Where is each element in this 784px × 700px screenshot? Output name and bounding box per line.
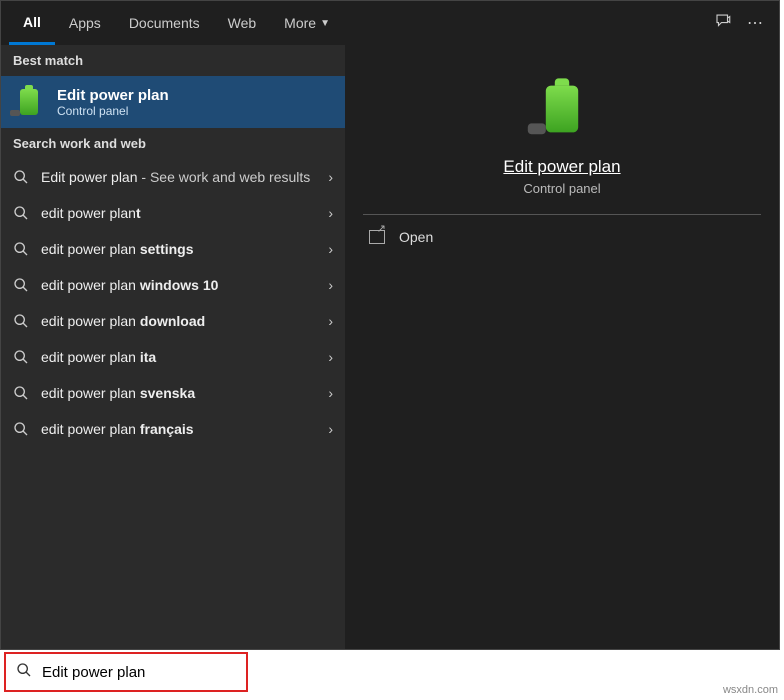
result-row[interactable]: edit power plan windows 10 ›	[1, 267, 345, 303]
search-icon	[13, 277, 29, 293]
result-label: edit power plant	[41, 205, 316, 221]
results-list: Best match Edit power plan Control panel…	[1, 45, 345, 649]
result-row[interactable]: edit power plant ›	[1, 195, 345, 231]
tabs-bar: All Apps Documents Web More▼ ⋯	[1, 1, 779, 45]
search-icon	[13, 349, 29, 365]
search-input[interactable]	[42, 664, 241, 681]
search-icon	[13, 241, 29, 257]
chevron-right-icon[interactable]: ›	[328, 205, 333, 221]
tab-web[interactable]: Web	[214, 1, 271, 45]
search-icon	[13, 385, 29, 401]
search-icon	[16, 662, 32, 683]
search-box[interactable]	[4, 652, 248, 692]
chevron-right-icon[interactable]: ›	[328, 241, 333, 257]
preview-pane: Edit power plan Control panel Open	[345, 45, 779, 649]
result-label: edit power plan download	[41, 313, 316, 329]
result-row[interactable]: edit power plan ita ›	[1, 339, 345, 375]
section-best-match: Best match	[1, 45, 345, 76]
chevron-right-icon[interactable]: ›	[328, 169, 333, 185]
chevron-down-icon: ▼	[320, 18, 330, 29]
result-row[interactable]: edit power plan download ›	[1, 303, 345, 339]
more-options-icon[interactable]: ⋯	[739, 13, 771, 33]
chevron-right-icon[interactable]: ›	[328, 313, 333, 329]
preview-subtitle: Control panel	[523, 181, 600, 196]
search-icon	[13, 169, 29, 185]
search-icon	[13, 205, 29, 221]
chevron-right-icon[interactable]: ›	[328, 421, 333, 437]
open-action[interactable]: Open	[363, 215, 761, 259]
result-row[interactable]: edit power plan settings ›	[1, 231, 345, 267]
result-label: Edit power plan - See work and web resul…	[41, 169, 316, 185]
chevron-right-icon[interactable]: ›	[328, 277, 333, 293]
power-plan-icon	[533, 80, 591, 138]
result-label: edit power plan windows 10	[41, 277, 316, 293]
result-label: edit power plan ita	[41, 349, 316, 365]
tab-documents[interactable]: Documents	[115, 1, 214, 45]
feedback-icon[interactable]	[707, 12, 739, 35]
search-icon	[13, 421, 29, 437]
chevron-right-icon[interactable]: ›	[328, 385, 333, 401]
result-row[interactable]: Edit power plan - See work and web resul…	[1, 159, 345, 195]
section-search-web: Search work and web	[1, 128, 345, 159]
chevron-right-icon[interactable]: ›	[328, 349, 333, 365]
result-label: edit power plan settings	[41, 241, 316, 257]
best-match-title: Edit power plan	[57, 87, 169, 104]
best-match-item[interactable]: Edit power plan Control panel	[1, 76, 345, 128]
tab-more[interactable]: More▼	[270, 1, 344, 45]
power-plan-icon	[13, 86, 45, 118]
watermark: wsxdn.com	[723, 684, 778, 696]
tab-all[interactable]: All	[9, 1, 55, 45]
open-label: Open	[399, 229, 433, 245]
result-row[interactable]: edit power plan français ›	[1, 411, 345, 447]
preview-title[interactable]: Edit power plan	[503, 157, 620, 177]
search-panel: All Apps Documents Web More▼ ⋯ Best matc…	[0, 0, 780, 650]
search-icon	[13, 313, 29, 329]
result-label: edit power plan svenska	[41, 385, 316, 401]
open-icon	[369, 230, 385, 244]
result-label: edit power plan français	[41, 421, 316, 437]
result-row[interactable]: edit power plan svenska ›	[1, 375, 345, 411]
tab-apps[interactable]: Apps	[55, 1, 115, 45]
best-match-subtitle: Control panel	[57, 104, 169, 118]
